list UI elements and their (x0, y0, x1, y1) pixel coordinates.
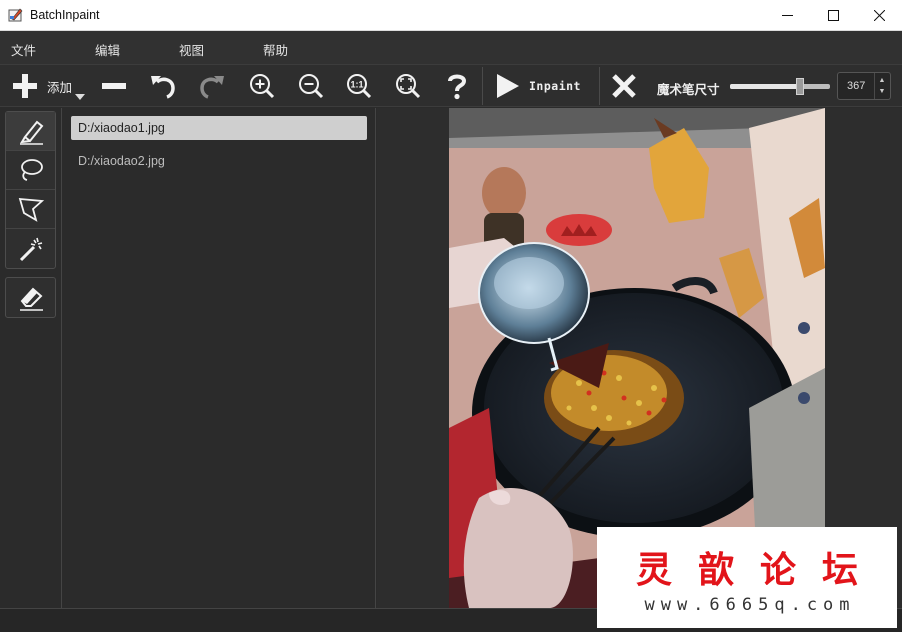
add-label: 添加 (47, 80, 73, 95)
cancel-button[interactable] (610, 69, 638, 103)
dropdown-arrow-icon[interactable] (75, 94, 86, 100)
zoom-fit-icon (396, 74, 421, 99)
menu-edit[interactable]: 编辑 (95, 40, 120, 59)
remove-button[interactable] (100, 69, 128, 103)
menu-file[interactable]: 文件 (11, 40, 36, 59)
zoom-out-button[interactable] (296, 69, 326, 103)
slider-handle[interactable] (796, 78, 804, 95)
eraser-tool[interactable] (6, 278, 55, 317)
minimize-button[interactable] (764, 0, 810, 31)
add-button[interactable]: 添加 (12, 69, 92, 103)
add-icon (13, 74, 37, 98)
watermark: 灵歆论坛 www.6665q.com (597, 527, 897, 628)
zoom-in-icon (250, 74, 275, 99)
cancel-icon (612, 74, 636, 98)
zoom-actual-button[interactable]: 1:1 (344, 69, 374, 103)
file-list-item[interactable]: D:/xiaodao2.jpg (71, 149, 367, 173)
spin-down-icon[interactable]: ▼ (877, 87, 887, 97)
spinbox-divider (874, 73, 875, 99)
watermark-url: www.6665q.com (644, 595, 856, 615)
remove-icon (102, 83, 126, 89)
slider-fill (730, 84, 800, 89)
marker-icon (19, 120, 43, 145)
spin-up-icon[interactable]: ▲ (877, 76, 887, 86)
watermark-title: 灵歆论坛 (635, 549, 884, 591)
maximize-icon (827, 10, 839, 21)
window-title: BatchInpaint (30, 8, 100, 22)
undo-button[interactable] (148, 69, 178, 103)
polygon-lasso-icon (18, 197, 44, 222)
brush-size-spinbox[interactable]: 367 ▲ ▼ (837, 72, 891, 100)
play-icon (497, 74, 519, 98)
lasso-icon (20, 159, 43, 181)
selection-tools (5, 111, 56, 269)
magic-wand-icon (19, 237, 42, 261)
eraser-icon (19, 287, 43, 311)
minimize-icon (781, 15, 793, 16)
redo-icon (200, 76, 224, 99)
help-icon (448, 74, 467, 100)
menu-view[interactable]: 视图 (179, 40, 204, 59)
lasso-tool[interactable] (6, 151, 55, 190)
toolbar: 添加 1:1 Inpaint 魔术笔尺寸 367 ▲ ▼ (0, 64, 902, 107)
polygon-lasso-tool[interactable] (6, 190, 55, 229)
zoom-out-icon (299, 74, 324, 99)
marker-tool[interactable] (6, 112, 55, 151)
file-list: D:/xiaodao1.jpg D:/xiaodao2.jpg (61, 108, 376, 608)
inpaint-label: Inpaint (529, 79, 581, 93)
eraser-tool-group (5, 277, 56, 318)
help-button[interactable] (443, 69, 471, 103)
brush-size-value[interactable]: 367 (847, 80, 865, 92)
toolbar-separator (599, 67, 600, 105)
inpaint-button[interactable]: Inpaint (495, 69, 590, 103)
close-window-button[interactable] (856, 0, 902, 31)
maximize-button[interactable] (810, 0, 856, 31)
file-list-item[interactable]: D:/xiaodao1.jpg (71, 116, 367, 140)
zoom-in-button[interactable] (247, 69, 277, 103)
app-icon (8, 8, 23, 22)
zoom-fit-button[interactable] (393, 69, 423, 103)
svg-text:1:1: 1:1 (350, 80, 363, 90)
zoom-actual-icon: 1:1 (347, 74, 372, 99)
title-bar: BatchInpaint (0, 0, 902, 31)
redo-button[interactable] (197, 69, 227, 103)
toolbar-separator (482, 67, 483, 105)
tool-panel (0, 108, 61, 608)
menu-bar: 文件 编辑 视图 帮助 (0, 31, 902, 64)
brush-size-label: 魔术笔尺寸 (657, 83, 720, 97)
close-icon (873, 10, 885, 21)
undo-icon (151, 76, 175, 99)
menu-help[interactable]: 帮助 (263, 40, 288, 59)
brush-size-slider[interactable] (730, 78, 830, 95)
magic-wand-tool[interactable] (6, 229, 55, 268)
